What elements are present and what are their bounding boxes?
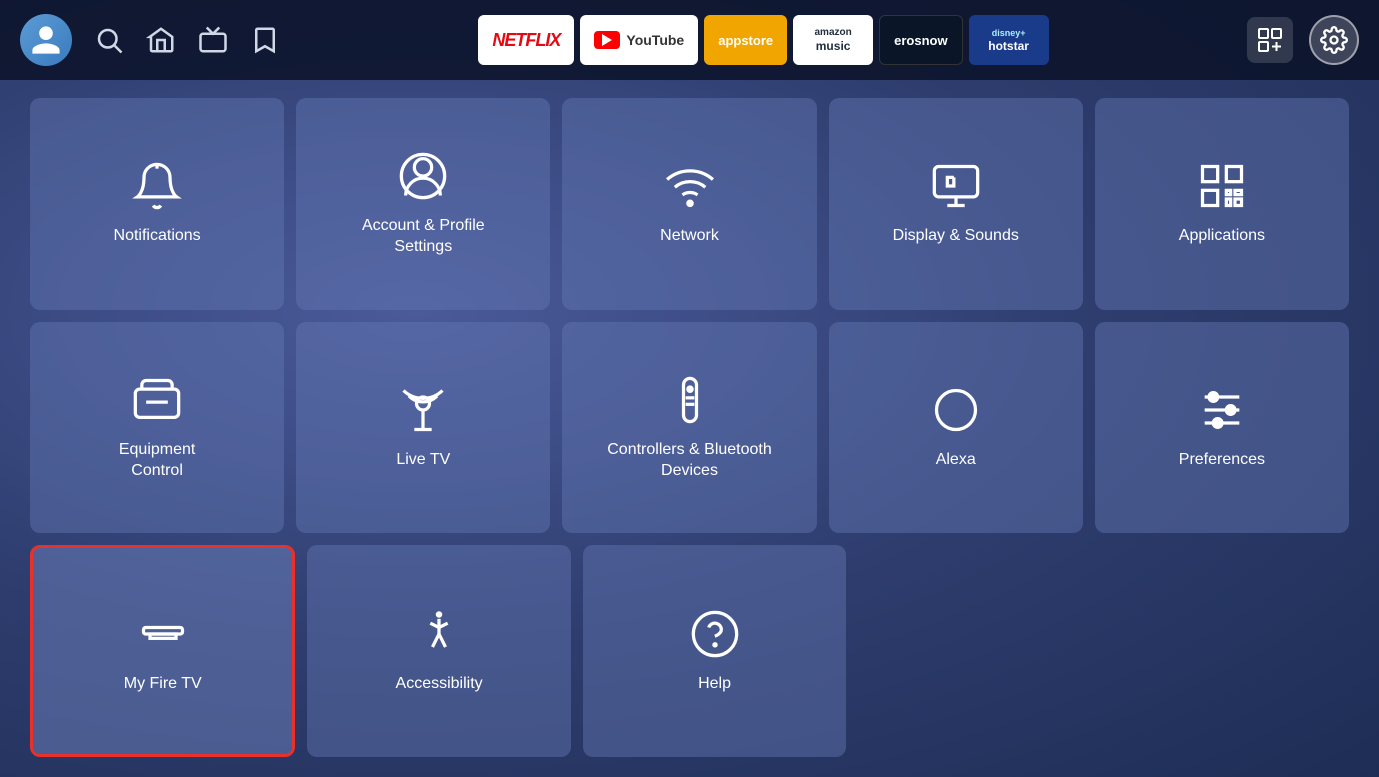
topbar-left (20, 14, 280, 66)
app-appstore-button[interactable]: appstore (704, 15, 787, 65)
tile-help[interactable]: Help (583, 545, 846, 757)
topbar-right (1247, 15, 1359, 65)
tile-notifications[interactable]: Notifications (30, 98, 284, 310)
app-netflix-button[interactable]: NETFLIX (478, 15, 574, 65)
tile-display-sounds-label: Display & Sounds (893, 226, 1019, 247)
tile-my-fire-tv[interactable]: My Fire TV (30, 545, 295, 757)
firetv-icon (137, 608, 189, 660)
bookmark-icon[interactable] (250, 25, 280, 55)
tile-equipment-control[interactable]: Equipment Control (30, 322, 284, 534)
tile-help-label: Help (698, 674, 731, 695)
topbar: NETFLIX YouTube appstore amazon music er… (0, 0, 1379, 80)
tile-network[interactable]: Network (562, 98, 816, 310)
tile-accessibility[interactable]: Accessibility (307, 545, 570, 757)
avatar[interactable] (20, 14, 72, 66)
tile-network-label: Network (660, 226, 719, 247)
tile-live-tv[interactable]: Live TV (296, 322, 550, 534)
sliders-icon (1196, 384, 1248, 436)
wifi-icon (664, 160, 716, 212)
settings-row-2: Equipment Control Live TV (30, 322, 1349, 534)
tile-alexa-label: Alexa (936, 450, 976, 471)
tile-controllers-label: Controllers & Bluetooth Devices (607, 440, 772, 482)
tile-live-tv-label: Live TV (396, 450, 450, 471)
tv-icon[interactable] (198, 25, 228, 55)
tile-preferences[interactable]: Preferences (1095, 322, 1349, 534)
tile-controllers-bluetooth[interactable]: Controllers & Bluetooth Devices (562, 322, 816, 534)
tile-alexa[interactable]: Alexa (829, 322, 1083, 534)
page-wrapper: NETFLIX YouTube appstore amazon music er… (0, 0, 1379, 777)
search-icon[interactable] (94, 25, 124, 55)
monitor-sound-icon (930, 160, 982, 212)
settings-icon[interactable] (1309, 15, 1359, 65)
empty-tile-2 (1110, 545, 1349, 757)
tile-notifications-label: Notifications (114, 226, 201, 247)
tile-applications[interactable]: Applications (1095, 98, 1349, 310)
settings-row-1: Notifications Account & Profile Settings (30, 98, 1349, 310)
tile-preferences-label: Preferences (1179, 450, 1265, 471)
tile-account-label: Account & Profile Settings (362, 216, 485, 258)
apps-icon (1196, 160, 1248, 212)
home-icon[interactable] (146, 25, 176, 55)
tile-account-profile[interactable]: Account & Profile Settings (296, 98, 550, 310)
app-erosnow-button[interactable]: erosnow (879, 15, 962, 65)
antenna-icon (397, 384, 449, 436)
settings-row-3: My Fire TV Accessibility (30, 545, 1349, 757)
settings-content: Notifications Account & Profile Settings (0, 80, 1379, 777)
help-icon (689, 608, 741, 660)
bell-icon (131, 160, 183, 212)
remote-icon (664, 374, 716, 426)
equipment-icon (131, 374, 183, 426)
accessibility-icon (413, 608, 465, 660)
app-hotstar-button[interactable]: disney+ hotstar (969, 15, 1049, 65)
tile-display-sounds[interactable]: Display & Sounds (829, 98, 1083, 310)
tile-applications-label: Applications (1179, 226, 1265, 247)
app-youtube-button[interactable]: YouTube (580, 15, 698, 65)
alexa-icon (930, 384, 982, 436)
tile-my-fire-tv-label: My Fire TV (124, 674, 202, 695)
user-circle-icon (397, 150, 449, 202)
empty-tile-1 (858, 545, 1097, 757)
tile-equipment-label: Equipment Control (119, 440, 196, 482)
app-amazon-music-button[interactable]: amazon music (793, 15, 873, 65)
topbar-apps: NETFLIX YouTube appstore amazon music er… (300, 15, 1227, 65)
tile-accessibility-label: Accessibility (396, 674, 483, 695)
grid-plus-icon[interactable] (1247, 17, 1293, 63)
youtube-icon (594, 31, 620, 49)
